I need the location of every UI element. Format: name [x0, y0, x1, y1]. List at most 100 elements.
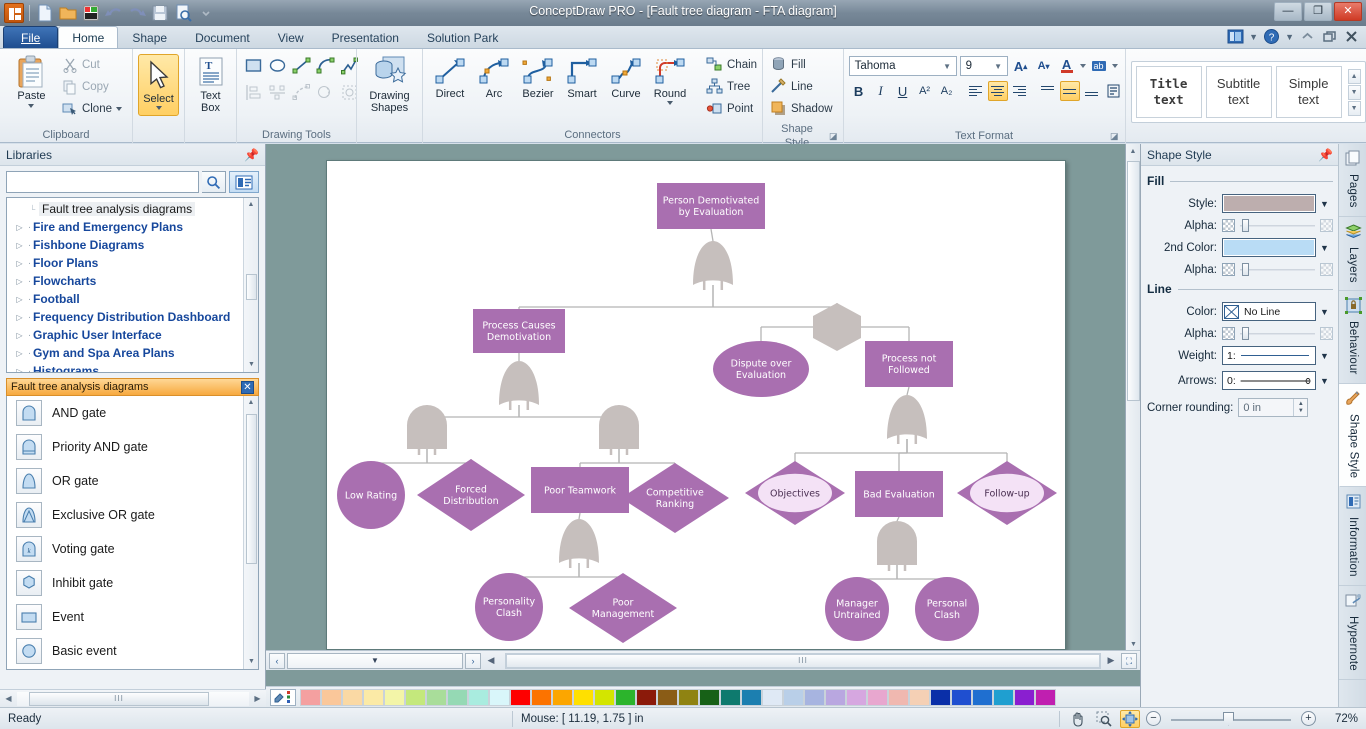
vtab-information[interactable]: Information — [1339, 487, 1366, 586]
palette-swatch[interactable] — [594, 688, 615, 706]
select-tool-button[interactable]: Select — [138, 54, 179, 116]
zoom-in-button[interactable]: + — [1301, 711, 1316, 726]
page-select-field[interactable]: ▼ — [287, 652, 463, 669]
line-weight-control[interactable]: 1: ▼ — [1222, 346, 1333, 365]
palette-swatch[interactable] — [972, 688, 993, 706]
palette-swatch[interactable] — [489, 688, 510, 706]
libraries-horizontal-scrollbar[interactable]: ◀ III ▶ — [0, 689, 266, 707]
palette-swatch[interactable] — [720, 688, 741, 706]
window-layout-icon[interactable] — [1227, 28, 1244, 45]
tree-item-fault-tree-analysis-diagrams[interactable]: └ Fault tree analysis diagrams — [7, 200, 258, 218]
tree-item-fishbone-diagrams[interactable]: ▷ · Fishbone Diagrams — [7, 236, 258, 254]
subscript-button[interactable]: A₂ — [937, 81, 957, 101]
gallery-simple-style[interactable]: Simple text — [1275, 66, 1342, 118]
color-picker-icon[interactable] — [270, 688, 296, 706]
tab-view[interactable]: View — [264, 26, 318, 48]
diagram-gate[interactable] — [407, 405, 447, 455]
minimize-button[interactable]: — — [1274, 2, 1302, 21]
diagram-node[interactable]: PersonalityClash — [475, 573, 543, 641]
library-item-or-gate[interactable]: OR gate — [7, 464, 258, 498]
fit-to-window-icon[interactable] — [1120, 709, 1140, 728]
connector-curve-button[interactable]: Curve — [604, 54, 648, 105]
palette-swatch[interactable] — [993, 688, 1014, 706]
arrows-control[interactable]: 0: ▼ — [1222, 371, 1333, 390]
grow-font-button[interactable]: A ▴ — [1011, 56, 1031, 76]
gallery-scroll-down-button[interactable]: ▼ — [1347, 84, 1361, 100]
customize-qat-icon[interactable] — [196, 3, 216, 23]
canvas-hscroll-thumb[interactable]: III — [506, 653, 1100, 668]
point-button[interactable]: Point — [704, 98, 762, 119]
distribute-tool-icon[interactable] — [268, 83, 287, 105]
cut-button[interactable]: Cut — [60, 54, 127, 75]
library-tree[interactable]: └ Fault tree analysis diagrams ▷ · Fire a… — [6, 197, 259, 373]
diagram-gate[interactable] — [599, 405, 639, 455]
search-input-wrap[interactable] — [6, 171, 199, 193]
text-format-dialog-launcher-icon[interactable]: ◪ — [1110, 129, 1119, 143]
vtab-pages[interactable]: Pages — [1339, 144, 1366, 217]
palette-swatch[interactable] — [321, 688, 342, 706]
palette-swatch[interactable] — [888, 688, 909, 706]
diagram-node[interactable]: Dispute overEvaluation — [713, 341, 809, 397]
tree-expander-icon[interactable]: ▷ — [13, 259, 26, 268]
palette-swatch[interactable] — [363, 688, 384, 706]
connector-direct-button[interactable]: Direct — [428, 54, 472, 105]
arrows-comb[interactable]: 0: — [1222, 371, 1316, 390]
tab-document[interactable]: Document — [181, 26, 264, 48]
collapse-ribbon-icon[interactable] — [1299, 28, 1316, 45]
diagram-gate[interactable] — [559, 519, 599, 568]
align-top-button[interactable] — [1038, 81, 1058, 101]
library-item-and-gate[interactable]: AND gate — [7, 396, 258, 430]
tree-expander-icon[interactable]: ▷ — [13, 367, 26, 373]
second-color-comb[interactable] — [1222, 238, 1316, 257]
palette-swatch[interactable] — [741, 688, 762, 706]
palette-swatch[interactable] — [615, 688, 636, 706]
palette-swatch[interactable] — [384, 688, 405, 706]
vtab-behaviour[interactable]: Behaviour — [1339, 291, 1366, 384]
library-item-exclusive-or-gate[interactable]: Exclusive OR gate — [7, 498, 258, 532]
edit-points-tool-icon[interactable] — [292, 83, 311, 105]
zoom-slider[interactable] — [1171, 711, 1291, 727]
tab-presentation[interactable]: Presentation — [318, 26, 413, 48]
search-button[interactable] — [202, 171, 226, 193]
connector-round-button[interactable]: Round — [648, 54, 692, 105]
clone-button[interactable]: Clone — [60, 98, 127, 119]
second-color-caret-icon[interactable]: ▼ — [1316, 238, 1333, 257]
library-shape-list[interactable]: AND gate Priority AND gate OR gate Exclu… — [6, 396, 259, 670]
palette-swatch[interactable] — [909, 688, 930, 706]
fit-page-button[interactable]: ⛶ — [1121, 652, 1137, 669]
vtab-layers[interactable]: Layers — [1339, 217, 1366, 292]
fault-tree-diagram[interactable]: Person Demotivatedby Evaluation Process C… — [327, 161, 1067, 651]
list-scroll-thumb[interactable] — [246, 414, 257, 564]
shape-style-pin-icon[interactable]: 📌 — [1318, 148, 1333, 162]
align-tool-icon[interactable] — [244, 83, 263, 105]
font-size-select[interactable]: 9 ▼ — [959, 56, 1008, 76]
canvas-vertical-scrollbar[interactable]: ▲ ▼ — [1125, 144, 1140, 652]
diagram-node[interactable]: Objectives — [745, 461, 845, 525]
tree-expander-icon[interactable]: ▷ — [13, 223, 26, 232]
tab-file[interactable]: File — [3, 26, 59, 48]
font-size-caret-icon[interactable]: ▼ — [992, 62, 1005, 71]
maximize-button[interactable]: ❐ — [1304, 2, 1332, 21]
tab-shape[interactable]: Shape — [118, 26, 181, 48]
tree-expander-icon[interactable]: ▷ — [13, 295, 26, 304]
tree-scroll-thumb[interactable] — [246, 274, 257, 300]
tree-item-fire-and-emergency-plans[interactable]: ▷ · Fire and Emergency Plans — [7, 218, 258, 236]
print-preview-icon[interactable] — [173, 3, 193, 23]
library-item-event[interactable]: Event — [7, 600, 258, 634]
colors-icon[interactable] — [81, 3, 101, 23]
palette-swatch[interactable] — [783, 688, 804, 706]
tree-scroll-down-icon[interactable]: ▼ — [244, 358, 258, 372]
tree-item-gym-and-spa-area-plans[interactable]: ▷ · Gym and Spa Area Plans — [7, 344, 258, 362]
palette-swatch[interactable] — [405, 688, 426, 706]
fill-style-caret-icon[interactable]: ▼ — [1316, 194, 1333, 213]
diagram-gate[interactable] — [877, 521, 917, 571]
fill-alpha-slider[interactable] — [1240, 219, 1315, 232]
font-color-caret-icon[interactable] — [1079, 64, 1086, 68]
gallery-scroll-up-button[interactable]: ▲ — [1347, 68, 1361, 84]
line-alpha-control[interactable] — [1222, 327, 1333, 340]
list-scroll-down-icon[interactable]: ▼ — [244, 655, 258, 669]
vtab-shape-style[interactable]: Shape Style — [1339, 383, 1366, 488]
connector-arc-button[interactable]: Arc — [472, 54, 516, 105]
align-middle-button[interactable] — [1059, 81, 1080, 101]
diagram-node[interactable]: PersonalClash — [915, 577, 979, 641]
